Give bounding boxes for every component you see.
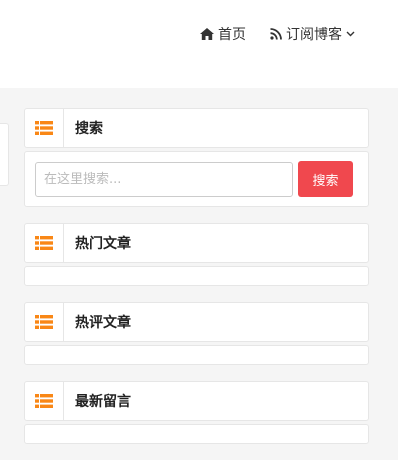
search-widget-title: 搜索 bbox=[75, 121, 103, 137]
latest-messages-widget-body bbox=[24, 424, 369, 444]
nav-subscribe-dropdown[interactable]: 订阅博客 bbox=[270, 24, 355, 44]
latest-messages-widget-header: 最新留言 bbox=[24, 381, 369, 421]
list-icon bbox=[25, 224, 64, 262]
search-widget-body: 搜索 bbox=[24, 151, 369, 207]
search-button[interactable]: 搜索 bbox=[298, 161, 353, 197]
hot-comments-widget-title: 热评文章 bbox=[75, 315, 131, 331]
search-input[interactable] bbox=[35, 162, 293, 197]
nav-home-link[interactable]: 首页 bbox=[200, 24, 246, 44]
main-content-edge bbox=[0, 123, 9, 186]
top-navbar: 首页 订阅博客 bbox=[0, 0, 398, 88]
list-icon bbox=[25, 109, 64, 147]
home-icon bbox=[200, 28, 214, 40]
hot-comments-widget-header: 热评文章 bbox=[24, 302, 369, 342]
search-widget-header: 搜索 bbox=[24, 108, 369, 148]
rss-icon bbox=[270, 28, 282, 40]
list-icon bbox=[25, 382, 64, 420]
hot-articles-widget-header: 热门文章 bbox=[24, 223, 369, 263]
hot-articles-widget-body bbox=[24, 266, 369, 286]
hot-comments-widget-body bbox=[24, 345, 369, 365]
chevron-down-icon bbox=[346, 31, 355, 37]
hot-articles-widget-title: 热门文章 bbox=[75, 236, 131, 252]
list-icon bbox=[25, 303, 64, 341]
nav-home-label: 首页 bbox=[218, 27, 246, 43]
latest-messages-widget-title: 最新留言 bbox=[75, 394, 131, 410]
nav-subscribe-label: 订阅博客 bbox=[286, 27, 342, 43]
